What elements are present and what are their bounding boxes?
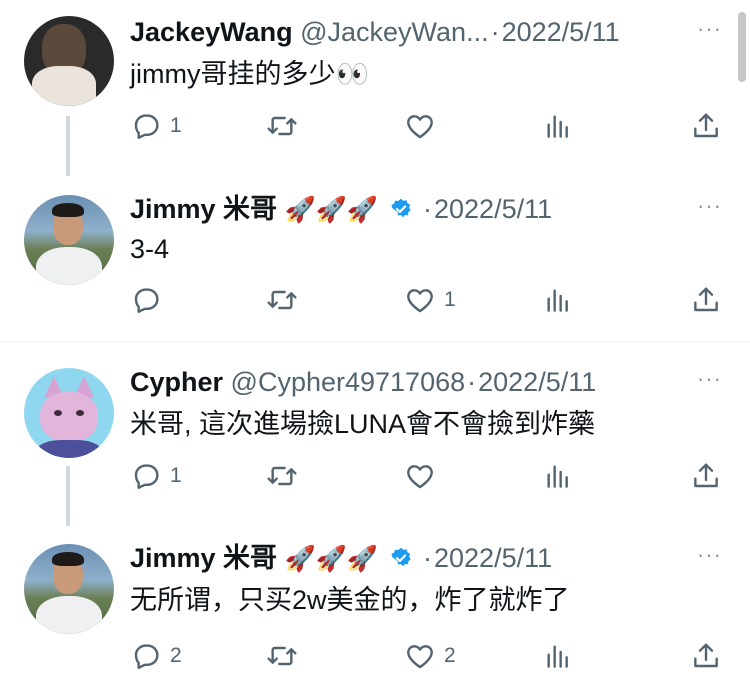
reply-button[interactable]: 1 <box>130 456 182 496</box>
reply-button[interactable] <box>130 280 170 320</box>
analytics-icon <box>547 465 568 488</box>
reply-icon <box>134 114 159 139</box>
retweet-icon <box>267 646 297 666</box>
thread-line <box>66 116 70 176</box>
heart-icon <box>407 465 433 489</box>
retweet-button[interactable] <box>266 456 306 496</box>
display-name[interactable]: JackeyWang <box>130 17 293 47</box>
verified-badge-icon <box>391 198 412 218</box>
display-name[interactable]: Cypher <box>130 367 223 397</box>
reply-icon <box>134 288 159 313</box>
tweet-1[interactable]: JackeyWang @JackeyWan...·2022/5/11 ··· j… <box>0 0 750 176</box>
more-options-icon[interactable]: ··· <box>697 366 722 392</box>
action-bar: 2 2 <box>130 636 730 676</box>
heart-icon <box>407 645 433 669</box>
rocket-emojis: 🚀🚀🚀 <box>284 545 378 573</box>
tweet-text: 米哥, 這次進場撿LUNA會不會撿到炸藥 <box>130 409 596 439</box>
views-button[interactable] <box>542 106 574 146</box>
views-button[interactable] <box>542 456 574 496</box>
separator-dot: · <box>423 543 432 573</box>
share-button[interactable] <box>690 106 722 146</box>
avatar-shirt <box>38 440 100 458</box>
heart-icon <box>407 289 433 313</box>
avatar-hair <box>52 552 84 566</box>
avatar-hair <box>52 203 84 217</box>
thread-line <box>66 466 70 526</box>
verified-badge-icon <box>391 547 412 567</box>
avatar-shirt <box>32 66 96 106</box>
avatar-shirt <box>36 247 102 285</box>
share-button[interactable] <box>690 456 722 496</box>
like-count: 1 <box>444 288 456 311</box>
share-icon <box>694 287 718 312</box>
avatar[interactable] <box>24 195 114 285</box>
tweet-3[interactable]: Cypher @Cypher49717068·2022/5/11 ··· 米哥,… <box>0 342 750 526</box>
views-button[interactable] <box>542 636 574 676</box>
scrollbar[interactable] <box>738 12 746 82</box>
reply-count: 2 <box>170 644 182 667</box>
like-button[interactable] <box>404 106 444 146</box>
avatar-cat-eye-left <box>54 410 62 416</box>
reply-count: 1 <box>170 114 182 137</box>
more-options-icon[interactable]: ··· <box>697 542 722 568</box>
separator-dot: · <box>467 367 477 397</box>
tweet-4[interactable]: Jimmy 米哥 🚀🚀🚀 ·2022/5/11 ··· 无所谓，只买2w美金的，… <box>0 522 750 672</box>
views-button[interactable] <box>542 280 574 320</box>
share-icon <box>694 113 718 138</box>
tweet-header: JackeyWang @JackeyWan...·2022/5/11 <box>130 16 620 48</box>
tweet-2[interactable]: Jimmy 米哥 🚀🚀🚀 ·2022/5/11 ··· 3-4 1 <box>0 175 750 341</box>
retweet-button[interactable] <box>266 636 306 676</box>
separator-dot: · <box>423 194 432 224</box>
retweet-icon <box>267 290 297 310</box>
like-count: 2 <box>444 644 456 667</box>
reply-button[interactable]: 2 <box>130 636 182 676</box>
display-name[interactable]: Jimmy 米哥 <box>130 543 277 573</box>
avatar-cat-face <box>40 392 98 442</box>
like-button[interactable]: 2 <box>404 636 456 676</box>
analytics-icon <box>547 645 568 668</box>
tweet-date[interactable]: 2022/5/11 <box>434 543 552 573</box>
share-icon <box>694 643 718 668</box>
more-options-icon[interactable]: ··· <box>697 16 722 42</box>
user-handle[interactable]: @JackeyWan... <box>300 17 488 47</box>
separator-dot: · <box>490 17 500 47</box>
tweet-header: Cypher @Cypher49717068·2022/5/11 <box>130 366 596 398</box>
retweet-icon <box>267 116 297 136</box>
tweet-header: Jimmy 米哥 🚀🚀🚀 ·2022/5/11 <box>130 193 552 226</box>
tweet-header: Jimmy 米哥 🚀🚀🚀 ·2022/5/11 <box>130 542 552 575</box>
retweet-button[interactable] <box>266 280 306 320</box>
action-bar: 1 <box>130 280 730 320</box>
like-button[interactable] <box>404 456 444 496</box>
avatar[interactable] <box>24 544 114 634</box>
like-button[interactable]: 1 <box>404 280 456 320</box>
tweet-date[interactable]: 2022/5/11 <box>434 194 552 224</box>
action-bar: 1 <box>130 456 730 496</box>
retweet-button[interactable] <box>266 106 306 146</box>
tweet-date[interactable]: 2022/5/11 <box>502 17 620 47</box>
reply-icon <box>134 464 159 489</box>
heart-icon <box>407 115 433 139</box>
analytics-icon <box>547 289 568 312</box>
reply-button[interactable]: 1 <box>130 106 182 146</box>
avatar[interactable] <box>24 368 114 458</box>
display-name[interactable]: Jimmy 米哥 <box>130 194 277 224</box>
action-bar: 1 <box>130 106 730 146</box>
avatar[interactable] <box>24 16 114 106</box>
avatar-cat-eye-right <box>76 410 84 416</box>
user-handle[interactable]: @Cypher49717068 <box>231 367 466 397</box>
tweet-date[interactable]: 2022/5/11 <box>478 367 596 397</box>
reply-icon <box>134 644 159 669</box>
analytics-icon <box>547 115 568 138</box>
avatar-shirt <box>36 596 102 634</box>
share-button[interactable] <box>690 636 722 676</box>
share-button[interactable] <box>690 280 722 320</box>
tweet-text: 无所谓，只买2w美金的，炸了就炸了 <box>130 585 570 615</box>
reply-count: 1 <box>170 464 182 487</box>
share-icon <box>694 463 718 488</box>
tweet-text: jimmy哥挂的多少👀 <box>130 59 370 89</box>
tweet-text: 3-4 <box>130 234 170 264</box>
rocket-emojis: 🚀🚀🚀 <box>284 196 378 224</box>
retweet-icon <box>267 466 297 486</box>
more-options-icon[interactable]: ··· <box>697 193 722 219</box>
